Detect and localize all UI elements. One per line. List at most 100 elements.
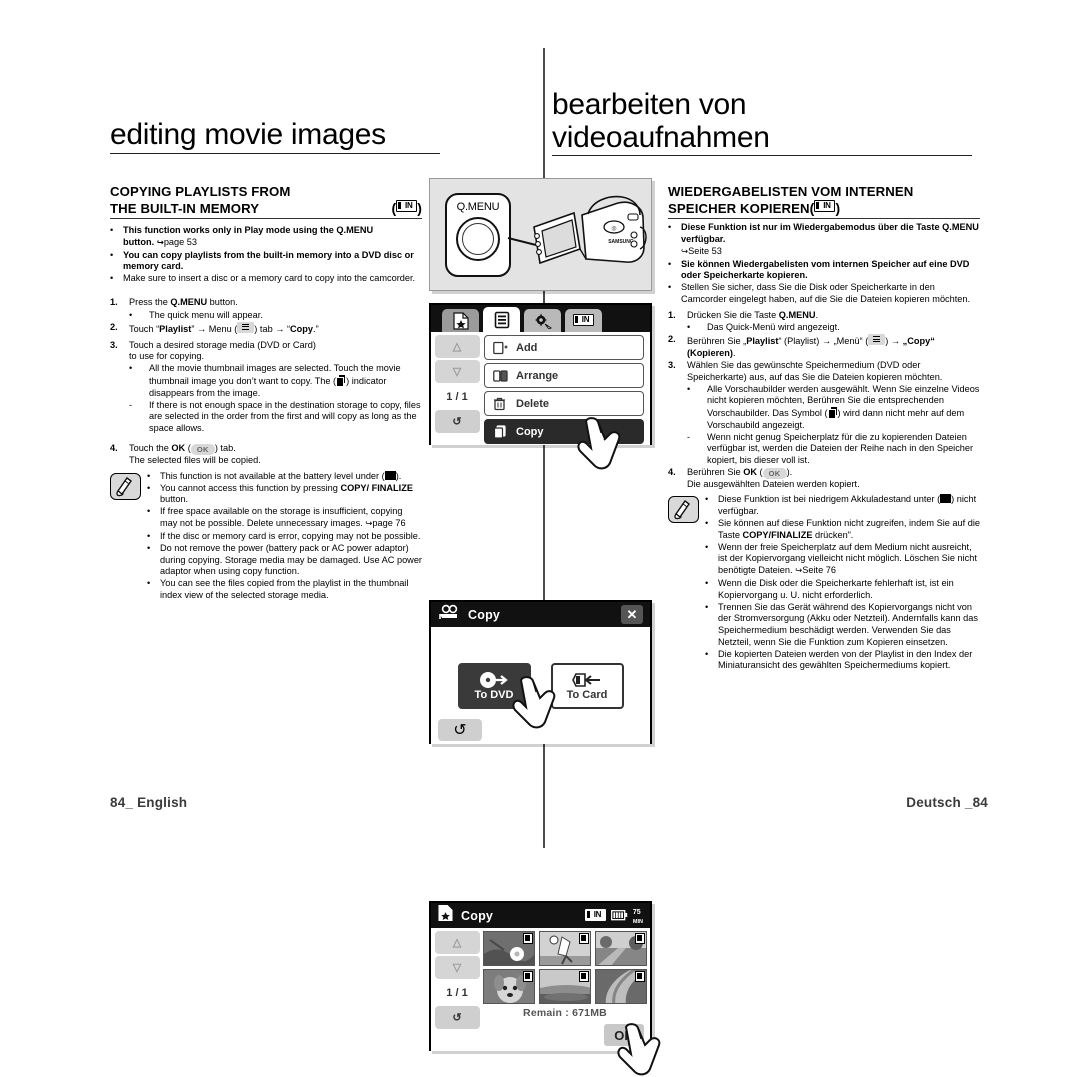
intro-reference-text: ↪Seite 53 xyxy=(681,245,722,257)
chevron-down-icon[interactable]: ▽ xyxy=(434,360,480,383)
figure-copy-target: Copy ✕ To DVD To Card ↺ xyxy=(429,600,652,744)
tab-settings-gear[interactable] xyxy=(524,309,561,332)
section-heading-line1: COPYING PLAYLISTS FROM xyxy=(110,184,291,199)
back-arrow-icon[interactable]: ↺ xyxy=(438,719,482,741)
copy-option-to-dvd[interactable]: To DVD xyxy=(457,662,531,709)
step-number: 4. xyxy=(668,466,676,477)
chevron-up-icon[interactable]: △ xyxy=(434,335,480,358)
bullet-marker: • xyxy=(668,282,672,293)
back-arrow-icon[interactable]: ↺ xyxy=(434,1006,480,1029)
bullet-marker: • xyxy=(110,249,114,260)
arrange-icon xyxy=(493,369,508,383)
tab-in-memory[interactable]: IN xyxy=(565,309,602,332)
step-subtext: Das Quick-Menü wird angezeigt. xyxy=(707,322,840,333)
copy-option-label: To DVD xyxy=(474,688,514,701)
note-text: You cannot access this function by press… xyxy=(160,482,413,505)
back-arrow-icon[interactable]: ↺ xyxy=(434,410,480,433)
note-pen-icon xyxy=(668,496,699,524)
step-text: Berühren Sie OK (OK). Die ausgewählten Da… xyxy=(687,466,860,489)
step-text: Touch the OK (OK) tab. The selected files… xyxy=(129,443,261,465)
note-text: Diese Funktion ist bei niedrigem Akkulad… xyxy=(718,494,977,517)
chevron-down-icon[interactable]: ▽ xyxy=(434,956,480,979)
section-rule xyxy=(668,218,980,219)
ok-button-icon: OK xyxy=(190,444,215,455)
bullet-marker: • xyxy=(147,506,151,517)
step-text: Drücken Sie die Taste Q.MENU. xyxy=(687,310,819,321)
step-subtext: Alle Vorschaubilder werden ausgewählt. W… xyxy=(707,383,980,430)
step-subtext: All the movie thumbnail images are selec… xyxy=(149,363,401,398)
bullet-marker: • xyxy=(147,578,151,589)
bullet-marker: • xyxy=(668,258,672,269)
intro-bullet-text: Diese Funktion ist nur im Wiedergabemodu… xyxy=(681,222,979,244)
section-heading-line2: SPEICHER KOPIEREN xyxy=(668,201,810,216)
thumbs-sidebar: △ ▽ 1 / 1 ↺ xyxy=(431,928,483,1051)
note-text: Do not remove the power (battery pack or… xyxy=(160,543,422,577)
thumb-dog[interactable] xyxy=(483,969,535,1004)
thumbs-title: Copy xyxy=(461,908,494,923)
copy-indicator-icon xyxy=(579,933,589,944)
thumbnail-row xyxy=(483,931,647,966)
note-item: • If the disc or memory card is error, c… xyxy=(147,531,422,543)
note-text: Wenn die Disk oder die Speicherkarte feh… xyxy=(718,578,954,600)
thumb-flower[interactable] xyxy=(483,931,535,966)
step-number: 2. xyxy=(110,321,118,332)
note-text: Trennen Sie das Gerät während des Kopier… xyxy=(718,601,978,647)
intro-bullet-text: Sie können Wiedergabelisten vom internen… xyxy=(681,258,970,281)
step-subitem: • Alle Vorschaubilder werden ausgewählt.… xyxy=(668,384,980,431)
note-pen-icon xyxy=(110,472,141,500)
copy-indicator-icon xyxy=(635,933,645,944)
bullet-marker: • xyxy=(705,518,709,529)
menu-item-delete[interactable]: Delete xyxy=(484,391,644,416)
footer-page-english: 84_ English xyxy=(110,795,188,810)
menu-item-arrange[interactable]: Arrange xyxy=(484,363,644,388)
figure-playlist-menu: IN △ ▽ 1 / 1 ↺ Add Arrange Delete Copy xyxy=(429,303,652,470)
intro-bullet-text: Make sure to insert a disc or a memory c… xyxy=(123,273,416,284)
bullet-marker: • xyxy=(147,543,151,554)
bullet-marker: • xyxy=(668,222,672,232)
thumbs-titlebar: Copy IN 75 MIN xyxy=(431,903,650,928)
thumb-road[interactable] xyxy=(595,931,647,966)
note-item: • Wenn die Disk oder die Speicherkarte f… xyxy=(705,578,980,601)
menu-item-add[interactable]: Add xyxy=(484,335,644,360)
page-title-german-line1: bearbeiten von xyxy=(552,88,747,121)
note-item: • Diese Funktion ist bei niedrigem Akkul… xyxy=(705,494,980,517)
step-number: 1. xyxy=(668,310,676,321)
menu-item-copy[interactable]: Copy xyxy=(484,419,644,444)
tab-menu-list[interactable] xyxy=(483,307,520,332)
step-item: 1. Drücken Sie die Taste Q.MENU. xyxy=(668,310,980,322)
ok-button[interactable]: OK xyxy=(604,1024,644,1046)
step-subtext: If there is not enough space in the dest… xyxy=(149,399,421,433)
menu-body: △ ▽ 1 / 1 ↺ Add Arrange Delete Copy xyxy=(431,332,650,445)
copy-indicator-icon xyxy=(635,971,645,982)
step-subtext: Wenn nicht genug Speicherplatz für die z… xyxy=(707,431,974,465)
note-item: • Sie können auf diese Funktion nicht zu… xyxy=(705,518,980,541)
note-item: • Wenn der freie Speicherplatz auf dem M… xyxy=(705,542,980,578)
menu-item-label: Copy xyxy=(516,425,544,438)
note-item: • You cannot access this function by pre… xyxy=(147,483,422,506)
note-item: • This function is not available at the … xyxy=(147,470,422,483)
header-rule xyxy=(552,155,972,156)
menu-item-label: Arrange xyxy=(516,369,559,382)
qmenu-button-ring xyxy=(456,217,500,261)
tab-playlist-star[interactable] xyxy=(442,309,479,332)
bullet-marker: • xyxy=(147,470,151,481)
close-icon[interactable]: ✕ xyxy=(621,605,643,624)
step-item: 2. Touch “Playlist” → Menu () tab → “Cop… xyxy=(110,321,422,336)
thumb-field[interactable] xyxy=(539,969,591,1004)
svg-text:◎: ◎ xyxy=(611,226,616,232)
copy-option-to-card[interactable]: To Card xyxy=(550,662,624,709)
add-icon xyxy=(493,341,508,355)
step-item: 1. Press the Q.MENU button. xyxy=(110,297,422,309)
thumb-soccer[interactable] xyxy=(539,931,591,966)
note-block: • This function is not available at the … xyxy=(110,470,422,603)
svg-text:SAMSUNG: SAMSUNG xyxy=(608,239,634,245)
bullet-marker: • xyxy=(129,309,133,320)
thumb-slide[interactable] xyxy=(595,969,647,1004)
chevron-up-icon[interactable]: △ xyxy=(434,931,480,954)
bullet-marker: • xyxy=(110,225,114,235)
intro-reference: ↪Seite 53 xyxy=(668,246,980,259)
camcorder-illustration: ◎ SAMSUNG xyxy=(533,195,647,265)
heading-storage-icon-wrap: (IN) xyxy=(391,200,422,216)
note-item: • Die kopierten Dateien werden von der P… xyxy=(705,649,980,672)
right-page-header: bearbeiten von videoaufnahmen xyxy=(552,88,972,156)
